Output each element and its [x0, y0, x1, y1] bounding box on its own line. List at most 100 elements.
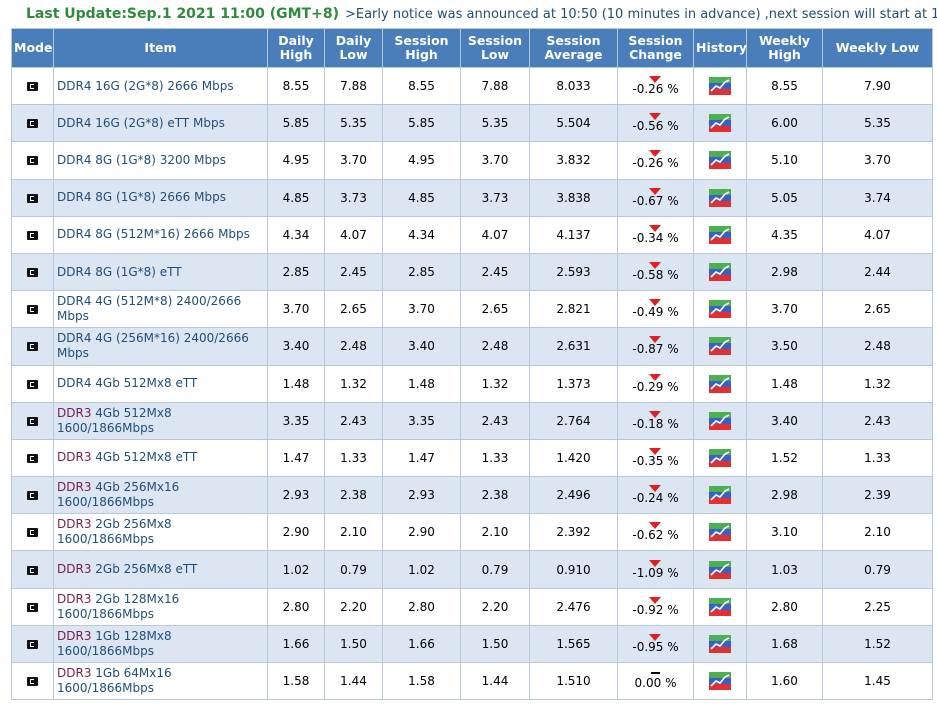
mode-icon[interactable]: [27, 528, 38, 538]
item-cell[interactable]: DDR3 1Gb 128Mx8 1600/1866Mbps: [53, 624, 268, 664]
item-cell[interactable]: DDR3 1Gb 64Mx16 1600/1866Mbps: [53, 661, 268, 701]
mode-cell[interactable]: [11, 66, 54, 106]
mode-icon[interactable]: [27, 82, 38, 92]
col-weekly-low[interactable]: Weekly Low: [822, 28, 933, 68]
mode-cell[interactable]: [11, 178, 54, 217]
item-generation[interactable]: DDR4: [57, 265, 91, 279]
history-cell[interactable]: [693, 104, 747, 143]
item-generation[interactable]: DDR4: [57, 116, 91, 130]
history-cell[interactable]: [693, 141, 747, 180]
mode-icon[interactable]: [27, 268, 38, 278]
col-session-high[interactable]: Session High: [382, 28, 461, 68]
mode-cell[interactable]: [11, 364, 54, 403]
history-chart-icon[interactable]: [709, 225, 731, 244]
col-daily-high[interactable]: Daily High: [267, 28, 325, 68]
history-chart-icon[interactable]: [709, 486, 731, 505]
history-chart-icon[interactable]: [709, 672, 731, 691]
history-chart-icon[interactable]: [709, 634, 731, 653]
item-generation[interactable]: DDR4: [57, 190, 91, 204]
item-generation[interactable]: DDR3: [57, 406, 91, 420]
item-cell[interactable]: DDR4 8G (1G*8) eTT: [53, 252, 268, 292]
item-spec[interactable]: 8G (1G*8) 2666 Mbps: [91, 190, 226, 204]
item-spec[interactable]: 4Gb 512Mx8 eTT: [91, 450, 197, 464]
item-spec[interactable]: 16G (2G*8) eTT Mbps: [91, 116, 225, 130]
mode-cell[interactable]: [11, 661, 54, 701]
history-chart-icon[interactable]: [709, 523, 731, 542]
history-cell[interactable]: [693, 252, 747, 292]
mode-icon[interactable]: [27, 119, 38, 129]
item-cell[interactable]: DDR3 4Gb 512Mx8 1600/1866Mbps: [53, 401, 268, 440]
mode-icon[interactable]: [27, 342, 38, 352]
item-cell[interactable]: DDR3 4Gb 256Mx16 1600/1866Mbps: [53, 476, 268, 515]
history-cell[interactable]: [693, 401, 747, 440]
mode-cell[interactable]: [11, 252, 54, 292]
mode-icon[interactable]: [27, 156, 38, 166]
history-cell[interactable]: [693, 513, 747, 552]
history-cell[interactable]: [693, 178, 747, 217]
item-cell[interactable]: DDR3 2Gb 256Mx8 eTT: [53, 550, 268, 589]
history-cell[interactable]: [693, 661, 747, 701]
history-chart-icon[interactable]: [709, 448, 731, 467]
mode-icon[interactable]: [27, 379, 38, 389]
item-spec[interactable]: 16G (2G*8) 2666 Mbps: [91, 79, 233, 93]
item-generation[interactable]: DDR3: [57, 517, 91, 531]
col-session-average[interactable]: Session Average: [529, 28, 618, 68]
history-cell[interactable]: [693, 476, 747, 515]
history-chart-icon[interactable]: [709, 411, 731, 430]
mode-icon[interactable]: [27, 230, 38, 240]
mode-icon[interactable]: [27, 491, 38, 501]
mode-cell[interactable]: [11, 513, 54, 552]
history-cell[interactable]: [693, 438, 747, 478]
item-cell[interactable]: DDR4 4Gb 512Mx8 eTT: [53, 364, 268, 403]
mode-cell[interactable]: [11, 327, 54, 366]
history-cell[interactable]: [693, 290, 747, 329]
history-chart-icon[interactable]: [709, 560, 731, 579]
mode-cell[interactable]: [11, 215, 54, 254]
history-chart-icon[interactable]: [709, 597, 731, 616]
mode-cell[interactable]: [11, 438, 54, 478]
item-spec[interactable]: 8G (1G*8) 3200 Mbps: [91, 153, 226, 167]
mode-icon[interactable]: [27, 677, 38, 687]
mode-icon[interactable]: [27, 565, 38, 575]
mode-icon[interactable]: [27, 639, 38, 649]
item-spec[interactable]: 4Gb 512Mx8 eTT: [91, 376, 197, 390]
history-cell[interactable]: [693, 215, 747, 254]
item-cell[interactable]: DDR3 4Gb 512Mx8 eTT: [53, 438, 268, 478]
col-daily-low[interactable]: Daily Low: [324, 28, 383, 68]
item-generation[interactable]: DDR3: [57, 666, 91, 680]
item-generation[interactable]: DDR3: [57, 562, 91, 576]
col-session-low[interactable]: Session Low: [460, 28, 530, 68]
history-chart-icon[interactable]: [709, 77, 731, 96]
mode-icon[interactable]: [27, 193, 38, 203]
item-generation[interactable]: DDR4: [57, 79, 91, 93]
item-generation[interactable]: DDR4: [57, 331, 91, 345]
item-cell[interactable]: DDR4 8G (1G*8) 2666 Mbps: [53, 178, 268, 217]
item-spec[interactable]: 8G (512M*16) 2666 Mbps: [91, 227, 250, 241]
mode-cell[interactable]: [11, 141, 54, 180]
item-cell[interactable]: DDR4 16G (2G*8) 2666 Mbps: [53, 66, 268, 106]
mode-cell[interactable]: [11, 587, 54, 626]
col-item[interactable]: Item: [53, 28, 268, 68]
mode-cell[interactable]: [11, 290, 54, 329]
mode-icon[interactable]: [27, 453, 38, 463]
history-chart-icon[interactable]: [709, 188, 731, 207]
mode-icon[interactable]: [27, 305, 38, 315]
mode-cell[interactable]: [11, 104, 54, 143]
history-chart-icon[interactable]: [709, 151, 731, 170]
mode-icon[interactable]: [27, 602, 38, 612]
item-generation[interactable]: DDR4: [57, 376, 91, 390]
history-chart-icon[interactable]: [709, 374, 731, 393]
item-cell[interactable]: DDR3 2Gb 128Mx16 1600/1866Mbps: [53, 587, 268, 626]
item-generation[interactable]: DDR3: [57, 480, 91, 494]
item-cell[interactable]: DDR4 4G (512M*8) 2400/2666 Mbps: [53, 290, 268, 329]
history-cell[interactable]: [693, 587, 747, 626]
history-chart-icon[interactable]: [709, 337, 731, 356]
item-cell[interactable]: DDR4 4G (256M*16) 2400/2666 Mbps: [53, 327, 268, 366]
item-generation[interactable]: DDR4: [57, 227, 91, 241]
mode-cell[interactable]: [11, 624, 54, 664]
item-generation[interactable]: DDR3: [57, 592, 91, 606]
item-generation[interactable]: DDR3: [57, 450, 91, 464]
item-generation[interactable]: DDR3: [57, 629, 91, 643]
history-cell[interactable]: [693, 364, 747, 403]
history-cell[interactable]: [693, 327, 747, 366]
